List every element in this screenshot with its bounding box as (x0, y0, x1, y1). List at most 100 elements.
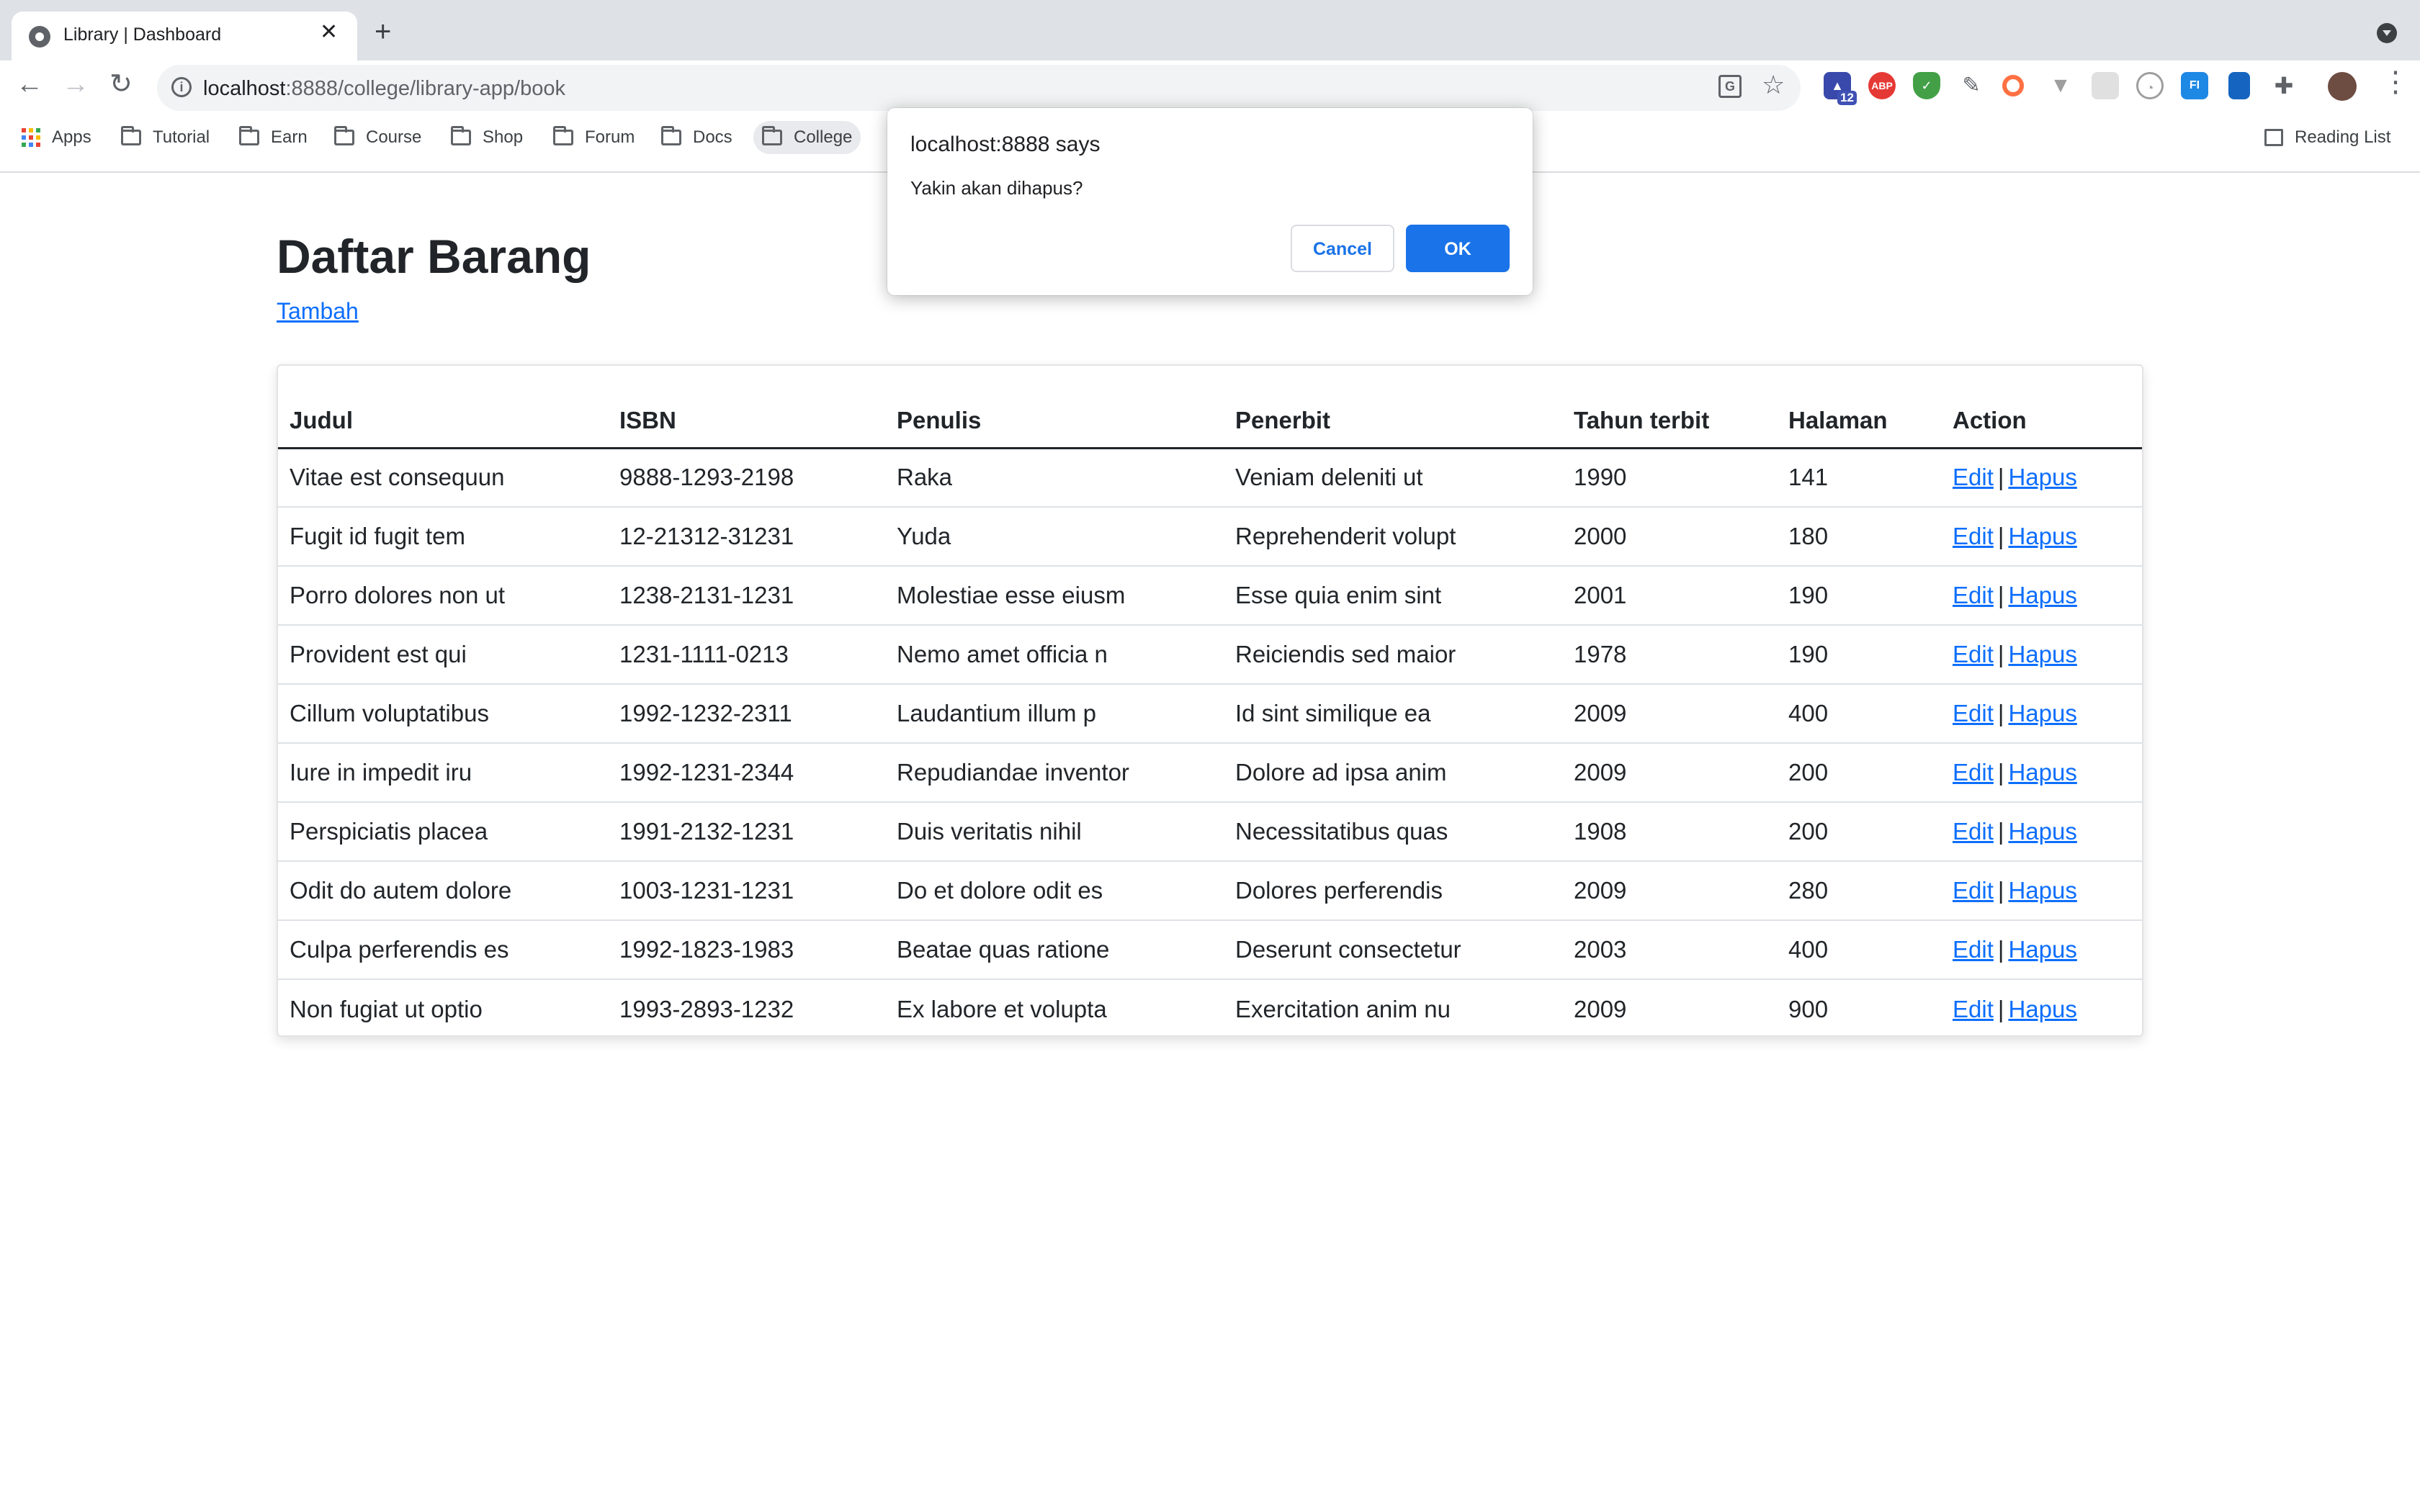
edit-link[interactable]: Edit (1953, 641, 1994, 667)
browser-tab[interactable]: Library | Dashboard ✕ (12, 12, 357, 60)
bookmark-tutorial[interactable]: Tutorial (112, 121, 218, 154)
close-tab-icon[interactable]: ✕ (320, 22, 338, 43)
header-tahun-terbit: Tahun terbit (1562, 366, 1777, 449)
cell-halaman: 400 (1777, 920, 1941, 980)
cell-judul: Provident est qui (278, 625, 608, 685)
cell-judul: Porro dolores non ut (278, 566, 608, 626)
delete-link[interactable]: Hapus (2008, 700, 2076, 726)
grey-extension-icon[interactable] (2092, 72, 2119, 99)
forward-arrow-icon[interactable]: → (62, 71, 89, 98)
edit-link[interactable]: Edit (1953, 877, 1994, 904)
delete-link[interactable]: Hapus (2008, 582, 2076, 608)
bookmark-label: College (794, 127, 853, 147)
clock-extension-icon[interactable]: ◔ (2136, 72, 2164, 99)
bookmark-docs[interactable]: Docs (653, 121, 741, 154)
cell-penerbit: Esse quia enim sint (1224, 566, 1562, 626)
edit-link[interactable]: Edit (1953, 936, 1994, 963)
github-favicon-icon (29, 26, 50, 48)
header-penulis: Penulis (885, 366, 1224, 449)
folder-icon (121, 126, 141, 145)
bookmark-label: Tutorial (153, 127, 210, 147)
edit-link[interactable]: Edit (1953, 759, 1994, 786)
cell-judul: Fugit id fugit tem (278, 507, 608, 567)
reading-list-icon (2264, 129, 2283, 146)
delete-link[interactable]: Hapus (2008, 877, 2076, 904)
cell-tahun-terbit: 2009 (1562, 743, 1777, 803)
bookmark-star-icon[interactable]: ☆ (1762, 72, 1785, 98)
cell-halaman: 190 (1777, 566, 1941, 626)
extension-graduation-icon[interactable]: ▲ 12 (1824, 72, 1857, 105)
action-separator: | (1997, 936, 2004, 963)
action-separator: | (1997, 995, 2004, 1022)
bookmark-college[interactable]: College (753, 121, 861, 154)
folder-icon (239, 126, 259, 145)
eyedropper-icon[interactable]: ✎ (1958, 72, 1985, 99)
add-book-link[interactable]: Tambah (277, 298, 359, 325)
edit-link[interactable]: Edit (1953, 523, 1994, 549)
edit-link[interactable]: Edit (1953, 818, 1994, 845)
profile-avatar[interactable] (2328, 72, 2357, 101)
cell-judul: Iure in impedit iru (278, 743, 608, 803)
reading-list-label: Reading List (2295, 127, 2391, 147)
action-separator: | (1997, 818, 2004, 845)
fi-extension-icon[interactable]: FI (2181, 72, 2208, 99)
cell-judul: Perspiciatis placea (278, 802, 608, 862)
cell-tahun-terbit: 1978 (1562, 625, 1777, 685)
tab-search-icon[interactable] (2377, 23, 2397, 43)
bookmark-forum[interactable]: Forum (544, 121, 643, 154)
back-arrow-icon[interactable]: ← (16, 71, 43, 98)
cell-halaman: 280 (1777, 861, 1941, 921)
shield-extension-icon[interactable]: ✓ (1913, 72, 1940, 99)
confirm-dialog: localhost:8888 says Yakin akan dihapus? … (887, 108, 1533, 295)
action-separator: | (1997, 641, 2004, 667)
delete-link[interactable]: Hapus (2008, 996, 2076, 1022)
cell-action: Edit | Hapus (1941, 684, 2142, 744)
address-bar[interactable]: i localhost:8888/college/library-app/boo… (157, 65, 1801, 111)
menu-dots-icon[interactable]: ⋮ (2381, 68, 2410, 96)
edit-link[interactable]: Edit (1953, 700, 1994, 726)
cancel-button[interactable]: Cancel (1291, 225, 1394, 272)
cell-penulis: Yuda (885, 507, 1224, 567)
cell-isbn: 1991-2132-1231 (608, 802, 885, 862)
table-row: Perspiciatis placea 1991-2132-1231 Duis … (278, 802, 2142, 862)
cell-penulis: Laudantium illum p (885, 684, 1224, 744)
extensions-puzzle-icon[interactable]: ✚ (2270, 72, 2298, 99)
cell-penulis: Do et dolore odit es (885, 861, 1224, 921)
delete-link[interactable]: Hapus (2008, 464, 2076, 490)
url-text: localhost:8888/college/library-app/book (203, 77, 565, 101)
cell-isbn: 1992-1232-2311 (608, 684, 885, 744)
action-separator: | (1997, 700, 2004, 726)
cell-penerbit: Necessitatibus quas (1224, 802, 1562, 862)
delete-link[interactable]: Hapus (2008, 523, 2076, 549)
table-row: Fugit id fugit tem 12-21312-31231 Yuda R… (278, 507, 2142, 567)
bookmark-earn[interactable]: Earn (230, 121, 316, 154)
cell-action: Edit | Hapus (1941, 625, 2142, 685)
table-row: Odit do autem dolore 1003-1231-1231 Do e… (278, 861, 2142, 921)
delete-link[interactable]: Hapus (2008, 936, 2076, 963)
delete-link[interactable]: Hapus (2008, 759, 2076, 786)
reload-icon[interactable]: ↻ (109, 71, 133, 98)
translate-icon[interactable]: G (1718, 75, 1742, 98)
cell-halaman: 190 (1777, 625, 1941, 685)
cell-judul: Odit do autem dolore (278, 861, 608, 921)
bookmark-shop[interactable]: Shop (442, 121, 532, 154)
adblock-icon[interactable]: ABP (1868, 72, 1896, 99)
reading-list-button[interactable]: Reading List (2256, 121, 2399, 154)
bookmark-course[interactable]: Course (326, 121, 430, 154)
bookmark-apps[interactable]: Apps (13, 121, 100, 154)
reader-extension-icon[interactable] (2228, 72, 2250, 99)
edit-link[interactable]: Edit (1953, 582, 1994, 608)
record-extension-icon[interactable] (2002, 75, 2024, 96)
edit-link[interactable]: Edit (1953, 996, 1994, 1022)
table-row: Culpa perferendis es 1992-1823-1983 Beat… (278, 920, 2142, 980)
table-body: Vitae est consequun 9888-1293-2198 Raka … (278, 448, 2142, 1035)
new-tab-icon[interactable]: + (375, 17, 391, 46)
edit-link[interactable]: Edit (1953, 464, 1994, 490)
site-info-icon[interactable]: i (171, 77, 192, 97)
delete-link[interactable]: Hapus (2008, 818, 2076, 845)
delete-link[interactable]: Hapus (2008, 641, 2076, 667)
ok-button[interactable]: OK (1406, 225, 1510, 272)
table-row: Iure in impedit iru 1992-1231-2344 Repud… (278, 743, 2142, 803)
cell-action: Edit | Hapus (1941, 979, 2142, 1035)
vue-devtools-icon[interactable]: ▼ (2047, 72, 2074, 99)
